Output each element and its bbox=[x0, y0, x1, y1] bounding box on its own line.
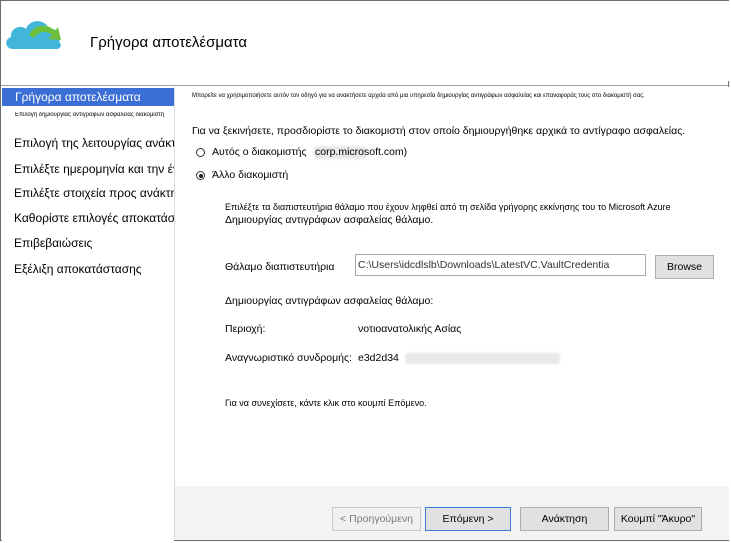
sidebar-item-confirmation[interactable]: Επιβεβαιώσεις bbox=[2, 236, 174, 250]
radio-this-server[interactable] bbox=[196, 148, 205, 157]
sidebar-item-select-items[interactable]: Επιλέξτε στοιχεία προς ανάκτηση bbox=[2, 186, 174, 200]
radio-other-server-label[interactable]: Άλλο διακομιστή bbox=[212, 169, 288, 181]
region-label: Περιοχή: bbox=[225, 323, 266, 335]
wizard-title: Γρήγορα αποτελέσματα bbox=[90, 34, 248, 51]
backup-vault-label: Δημιουργίας αντιγράφων ασφαλείας θάλαμο: bbox=[225, 295, 434, 307]
cancel-button[interactable]: Κουμπί "Άκυρο" bbox=[614, 507, 702, 531]
sidebar-item-getting-started[interactable]: Γρήγορα αποτελέσματα bbox=[2, 88, 174, 106]
sidebar-item-recovery-progress[interactable]: Εξέλιξη αποκατάστασης bbox=[2, 262, 174, 276]
sidebar-item-select-backup-server[interactable]: Επιλογή δημιουργίας αντιγράφων ασφαλείας… bbox=[2, 112, 174, 118]
radio-this-server-suffix: corp.microsoft.com) bbox=[315, 146, 408, 158]
instruction-line-2: Δημιουργίας αντιγράφων ασφαλείας θάλαμο. bbox=[225, 214, 434, 226]
radio-other-server[interactable] bbox=[196, 171, 205, 180]
wizard-header: Γρήγορα αποτελέσματα bbox=[1, 1, 730, 81]
instruction-line-1: Επιλέξτε τα διαπιστευτήρια θάλαμο που έχ… bbox=[225, 202, 671, 212]
wizard-steps-sidebar: Γρήγορα αποτελέσματα Επιλογή δημιουργίας… bbox=[2, 87, 174, 541]
redacted-subscription-id bbox=[405, 353, 560, 364]
subscription-value: e3d2d34 bbox=[358, 352, 399, 364]
sidebar-item-select-date-volume[interactable]: Επιλέξτε ημερομηνία και την ένταση bbox=[2, 162, 174, 176]
prompt-text: Για να ξεκινήσετε, προσδιορίστε το διακο… bbox=[192, 125, 686, 137]
continue-hint: Για να συνεχίσετε, κάντε κλικ στο κουμπί… bbox=[225, 398, 427, 408]
sidebar-item-recovery-options[interactable]: Καθορίστε επιλογές αποκατάστασης bbox=[2, 211, 174, 225]
header-divider bbox=[1, 85, 730, 86]
subscription-label: Αναγνωριστικό συνδρομής: bbox=[225, 352, 352, 364]
recover-button[interactable]: Ανάκτηση bbox=[520, 507, 609, 531]
region-value: νοτιοανατολικής Ασίας bbox=[358, 323, 462, 335]
backup-cloud-logo-icon bbox=[6, 21, 61, 50]
next-button[interactable]: Επόμενη > bbox=[425, 507, 511, 531]
vault-credentials-label: Θάλαμο διαπιστευτήρια bbox=[225, 261, 335, 273]
vault-credentials-field[interactable]: C:\Users\idcdlslb\Downloads\LatestVC.Vau… bbox=[355, 254, 646, 276]
sidebar-item-select-recovery-mode[interactable]: Επιλογή της λειτουργίας ανάκτησης bbox=[2, 136, 174, 150]
browse-button[interactable]: Browse bbox=[655, 255, 714, 279]
previous-button[interactable]: < Προηγούμενη bbox=[332, 507, 421, 531]
wizard-content: Μπορείτε να χρησιμοποιήσετε αυτόν τον οδ… bbox=[175, 87, 729, 539]
intro-text: Μπορείτε να χρησιμοποιήσετε αυτόν τον οδ… bbox=[192, 93, 645, 99]
radio-this-server-label[interactable]: Αυτός ο διακομιστής bbox=[212, 146, 307, 158]
wizard-window: Γρήγορα αποτελέσματα Γρήγορα αποτελέσματ… bbox=[0, 0, 730, 541]
